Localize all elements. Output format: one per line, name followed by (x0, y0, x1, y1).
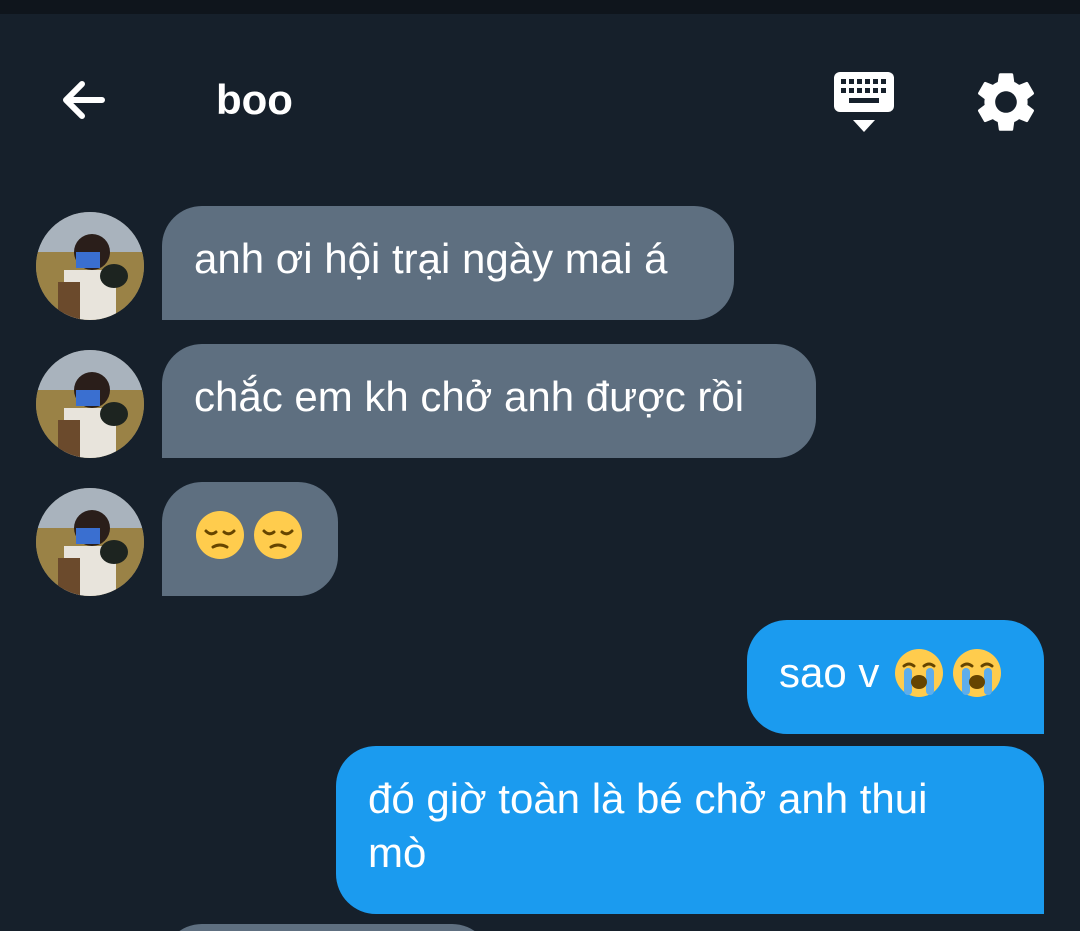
message-text: sao v (779, 649, 880, 696)
gear-icon (977, 73, 1035, 131)
message-text-line: đó giờ toàn là bé chở anh thui (368, 775, 928, 822)
keyboard-icon (834, 72, 894, 132)
chat-header: boo (0, 14, 1080, 184)
settings-button[interactable] (970, 66, 1042, 138)
contact-avatar[interactable] (36, 212, 144, 320)
incoming-message[interactable]: anh ơi hội trại ngày mai á (162, 206, 734, 320)
contact-avatar[interactable] (36, 350, 144, 458)
conversation-title: boo (216, 76, 293, 123)
pensive-face-icon (196, 511, 244, 559)
loudly-crying-face-icon (953, 649, 1002, 697)
message-text: anh ơi hội trại ngày mai á (194, 235, 668, 282)
outgoing-message[interactable]: đó giờ toàn là bé chở anh thui mò (336, 746, 1044, 914)
incoming-message-partial[interactable] (162, 924, 492, 931)
outgoing-message[interactable]: sao v (747, 620, 1044, 734)
keyboard-button[interactable] (828, 66, 900, 138)
status-bar (0, 0, 1080, 14)
back-button[interactable] (50, 68, 118, 132)
contact-avatar[interactable] (36, 488, 144, 596)
incoming-message[interactable] (162, 482, 338, 596)
chat-screen: boo anh ơi hội trại ngày mai á chắc em k… (0, 0, 1080, 931)
loudly-crying-face-icon (895, 649, 944, 697)
message-content: sao v (779, 646, 1012, 700)
message-text: chắc em kh chở anh được rồi (194, 373, 745, 420)
pensive-face-icon (254, 511, 302, 559)
incoming-message[interactable]: chắc em kh chở anh được rồi (162, 344, 816, 458)
emoji-row (194, 508, 306, 562)
message-text-line: mò (368, 829, 427, 876)
back-arrow-icon (63, 81, 105, 119)
